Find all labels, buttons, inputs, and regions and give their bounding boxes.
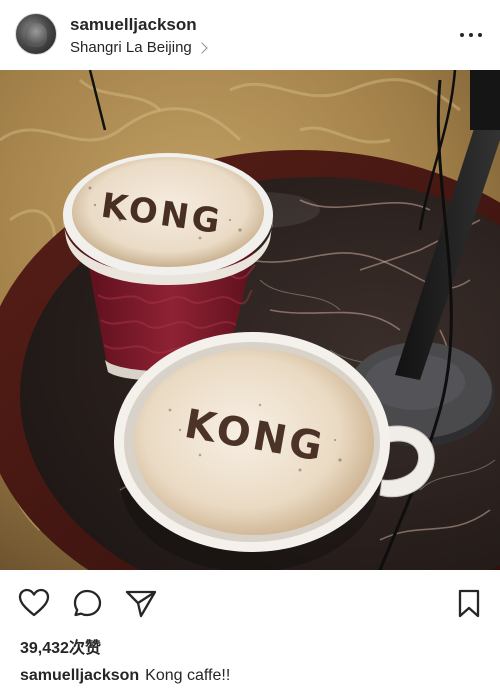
more-dot — [460, 33, 464, 37]
bookmark-icon[interactable] — [456, 588, 482, 625]
more-dot — [469, 33, 473, 37]
avatar[interactable] — [15, 13, 57, 55]
heart-icon[interactable] — [18, 588, 50, 623]
post-location[interactable]: Shangri La Beijing — [70, 39, 208, 56]
direct-share-icon[interactable] — [124, 588, 158, 623]
avatar-face — [25, 23, 47, 47]
post-username[interactable]: samuelljackson — [70, 15, 197, 35]
caption: samuelljackson Kong caffe!! — [20, 667, 230, 685]
caption-username[interactable]: samuelljackson — [20, 667, 139, 684]
more-dot — [478, 33, 482, 37]
more-options-icon[interactable] — [460, 25, 482, 45]
like-count[interactable]: 39,432次赞 — [20, 634, 101, 658]
post-header: samuelljackson Shangri La Beijing — [0, 0, 500, 70]
post-photo[interactable]: KONG KONG — [0, 70, 500, 570]
photo-image: KONG KONG — [0, 70, 500, 570]
post-actions — [0, 582, 500, 622]
comment-icon[interactable] — [72, 588, 104, 623]
chevron-right-icon — [196, 42, 208, 54]
location-label: Shangri La Beijing — [70, 39, 192, 56]
caption-text: Kong caffe!! — [145, 667, 231, 684]
